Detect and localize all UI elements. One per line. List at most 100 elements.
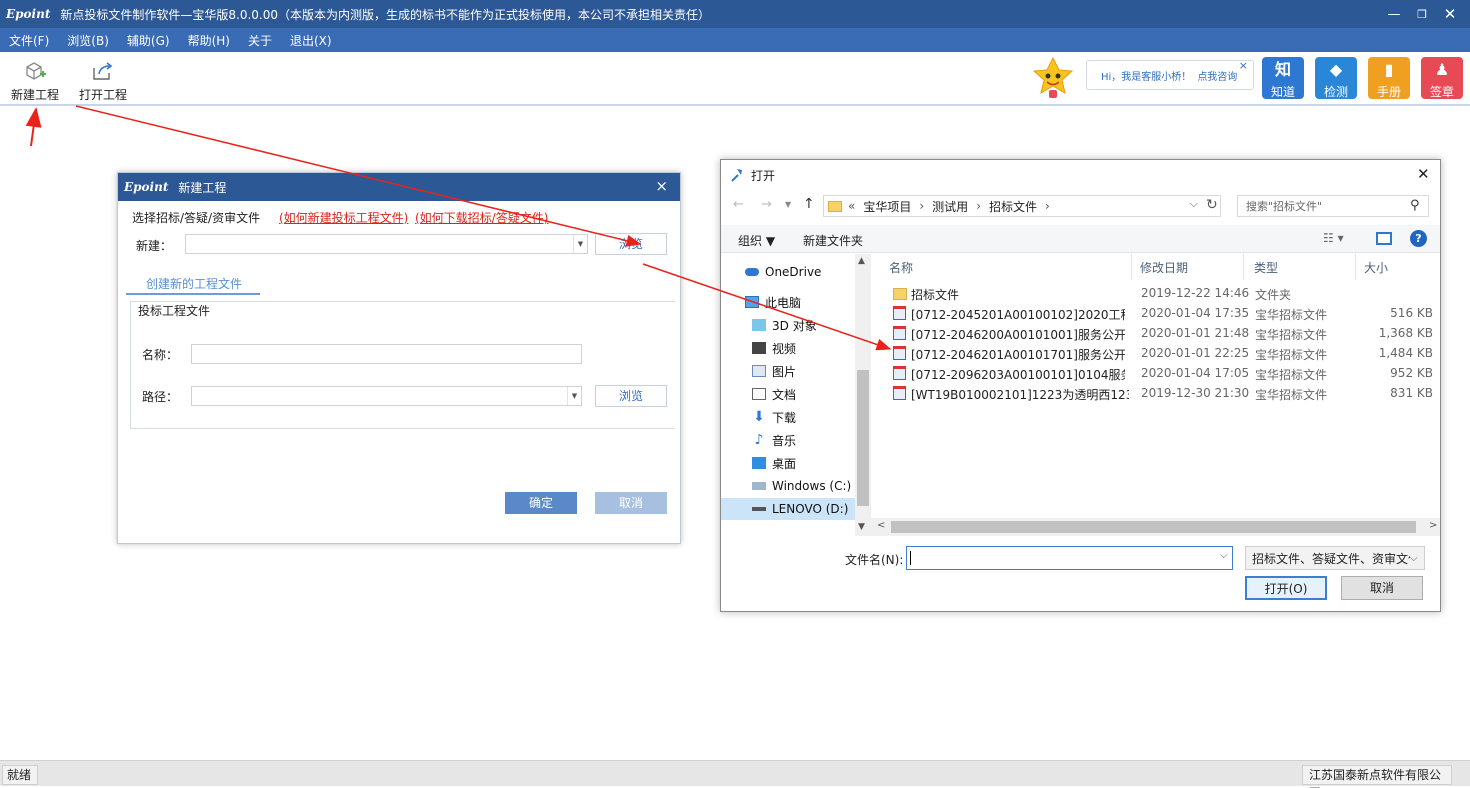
refresh-icon[interactable]: ↻ <box>1206 197 1218 213</box>
open-cancel-button[interactable]: 取消 <box>1341 576 1423 600</box>
filename-label: 文件名(N): <box>845 553 904 567</box>
nav-item-drive-c[interactable]: Windows (C:) <box>721 475 851 497</box>
quick-sign-button[interactable]: ♟ 签章 <box>1421 57 1463 99</box>
up-arrow-icon[interactable]: ↑ <box>803 196 815 212</box>
close-icon[interactable]: ✕ <box>1437 0 1463 28</box>
tab-create-new[interactable]: 创建新的工程文件 <box>126 267 260 295</box>
nav-item-music[interactable]: ♪ 音乐 <box>721 429 796 451</box>
filename-chevron-down-icon[interactable]: ⌵ <box>1220 550 1228 561</box>
nav-item-onedrive[interactable]: OneDrive <box>721 261 821 283</box>
folder-icon <box>893 288 907 300</box>
new-file-combo[interactable]: ▼ <box>185 234 588 254</box>
search-icon[interactable]: ⚲ <box>1410 198 1420 213</box>
new-dialog-close-icon[interactable]: × <box>655 177 668 195</box>
menu-about[interactable]: 关于 <box>239 32 281 49</box>
file-row[interactable]: [0712-2046201A00101701]服务公开后... 2020-01-… <box>871 344 1440 364</box>
restore-icon[interactable]: ❐ <box>1409 0 1435 28</box>
assistant-avatar-icon[interactable] <box>1028 56 1078 102</box>
nav-item-pictures[interactable]: 图片 <box>721 360 796 382</box>
nav-item-desktop[interactable]: 桌面 <box>721 452 796 474</box>
preview-pane-icon[interactable] <box>1376 232 1392 245</box>
menu-assist[interactable]: 辅助(G) <box>118 32 179 49</box>
open-button[interactable]: 打开(O) <box>1245 576 1327 600</box>
file-row[interactable]: 招标文件 2019-12-22 14:46 文件夹 <box>871 284 1440 304</box>
hscroll-thumb[interactable] <box>891 521 1416 533</box>
menu-browse[interactable]: 浏览(B) <box>58 32 118 49</box>
cloud-icon <box>745 268 759 276</box>
new-project-button[interactable]: 新建工程 <box>5 58 65 104</box>
filetype-chevron-down-icon[interactable]: ⌵ <box>1410 553 1418 564</box>
scroll-left-icon[interactable]: < <box>877 520 885 531</box>
nav-item-label: 视频 <box>772 341 797 356</box>
forward-arrow-icon[interactable]: → <box>761 197 772 212</box>
filename-input[interactable]: ⌵ <box>906 546 1233 570</box>
file-list-hscrollbar[interactable]: < > <box>871 518 1440 536</box>
menu-file[interactable]: 文件(F) <box>0 32 58 49</box>
scroll-up-icon[interactable]: ▲ <box>858 256 865 266</box>
breadcrumb-item[interactable]: 测试用 <box>932 198 968 215</box>
quick-check-button[interactable]: ◆ 检测 <box>1315 57 1357 99</box>
quick-zhidao-button[interactable]: 知 知道 <box>1262 57 1304 99</box>
new-folder-button[interactable]: 新建文件夹 <box>803 232 863 249</box>
help-icon[interactable]: ? <box>1410 230 1427 247</box>
column-name[interactable]: 名称 <box>889 254 913 280</box>
scroll-right-icon[interactable]: > <box>1429 520 1437 531</box>
arrow-to-new-project <box>25 107 42 147</box>
column-date[interactable]: 修改日期 <box>1131 254 1243 280</box>
new-browse-button[interactable]: 浏览 <box>595 233 667 255</box>
back-arrow-icon[interactable]: ← <box>733 197 744 212</box>
tender-file-icon <box>893 346 906 360</box>
nav-item-label: LENOVO (D:) <box>772 502 849 516</box>
path-combo[interactable]: ▼ <box>191 386 582 406</box>
window-title: 新点投标文件制作软件—宝华版8.0.0.00（本版本为内测版，生成的标书不能作为… <box>60 7 710 22</box>
how-new-link[interactable]: (如何新建投标工程文件) <box>279 209 408 226</box>
breadcrumb-item[interactable]: 招标文件 <box>989 198 1037 215</box>
file-row[interactable]: [0712-2096203A00100101]0104服务... 2020-01… <box>871 364 1440 384</box>
nav-item-this-pc[interactable]: 此电脑 <box>721 291 801 313</box>
file-size: 952 KB <box>1390 366 1433 380</box>
menu-exit[interactable]: 退出(X) <box>281 32 341 49</box>
quick-manual-button[interactable]: ▮ 手册 <box>1368 57 1410 99</box>
menu-help[interactable]: 帮助(H) <box>179 32 239 49</box>
nav-item-downloads[interactable]: ⬇ 下载 <box>721 406 796 428</box>
name-input[interactable] <box>191 344 582 364</box>
manual-icon: ▮ <box>1384 60 1394 79</box>
file-row[interactable]: [0712-2046200A00101001]服务公开后... 2020-01-… <box>871 324 1440 344</box>
toolbar: 新建工程 打开工程 Hi，我是客服小桥！ 点我咨询 × 知 知道 ◆ 检测 ▮ … <box>0 52 1470 106</box>
nav-scroll-thumb[interactable] <box>857 370 869 506</box>
search-input[interactable]: 搜索"招标文件" ⚲ <box>1237 195 1429 217</box>
how-download-link[interactable]: (如何下载招标/答疑文件) <box>415 209 548 226</box>
nav-item-videos[interactable]: 视频 <box>721 337 796 359</box>
minimize-icon[interactable]: — <box>1381 0 1407 28</box>
assistant-consult-link[interactable]: 点我咨询 <box>1197 68 1237 83</box>
breadcrumb-overflow-icon[interactable]: « <box>848 199 855 213</box>
column-type[interactable]: 类型 <box>1243 254 1355 280</box>
ok-button[interactable]: 确定 <box>505 492 577 514</box>
cancel-button[interactable]: 取消 <box>595 492 667 514</box>
chevron-down-icon[interactable]: ▼ <box>567 387 581 405</box>
filetype-select[interactable]: 招标文件、答疑文件、资审文件 ⌵ <box>1245 546 1425 570</box>
column-size[interactable]: 大小 <box>1355 254 1440 280</box>
nav-scrollbar[interactable]: ▲ ▼ <box>855 254 871 536</box>
nav-item-documents[interactable]: 文档 <box>721 383 796 405</box>
path-browse-button[interactable]: 浏览 <box>595 385 667 407</box>
file-row[interactable]: [WT19B010002101]1223为透明西1231... 2019-12-… <box>871 384 1440 404</box>
file-type: 文件夹 <box>1255 288 1292 302</box>
organize-button[interactable]: 组织 ▼ <box>738 232 775 249</box>
recent-chevron-down-icon[interactable]: ▼ <box>785 200 791 209</box>
assistant-bubble[interactable]: Hi，我是客服小桥！ 点我咨询 × <box>1086 59 1254 90</box>
breadcrumb-item[interactable]: 宝华项目 <box>863 198 911 215</box>
address-bar[interactable]: « 宝华项目 › 测试用 › 招标文件 › ⌵ ↻ <box>823 195 1221 217</box>
open-project-button[interactable]: 打开工程 <box>73 58 133 104</box>
chevron-down-icon[interactable]: ▼ <box>573 235 587 253</box>
bubble-close-icon[interactable]: × <box>1239 59 1248 72</box>
address-chevron-down-icon[interactable]: ⌵ <box>1190 199 1198 210</box>
nav-item-drive-d[interactable]: LENOVO (D:) <box>721 498 855 520</box>
scroll-down-icon[interactable]: ▼ <box>858 522 865 532</box>
tab-create-new-label: 创建新的工程文件 <box>146 277 243 291</box>
nav-item-3d[interactable]: 3D 对象 <box>721 314 817 336</box>
view-options-icon[interactable]: ☷ ▾ <box>1323 231 1344 245</box>
open-dialog-close-icon[interactable]: ✕ <box>1417 165 1430 183</box>
file-row[interactable]: [0712-2045201A00100102]2020工程... 2020-01… <box>871 304 1440 324</box>
new-project-label: 新建工程 <box>10 88 59 102</box>
